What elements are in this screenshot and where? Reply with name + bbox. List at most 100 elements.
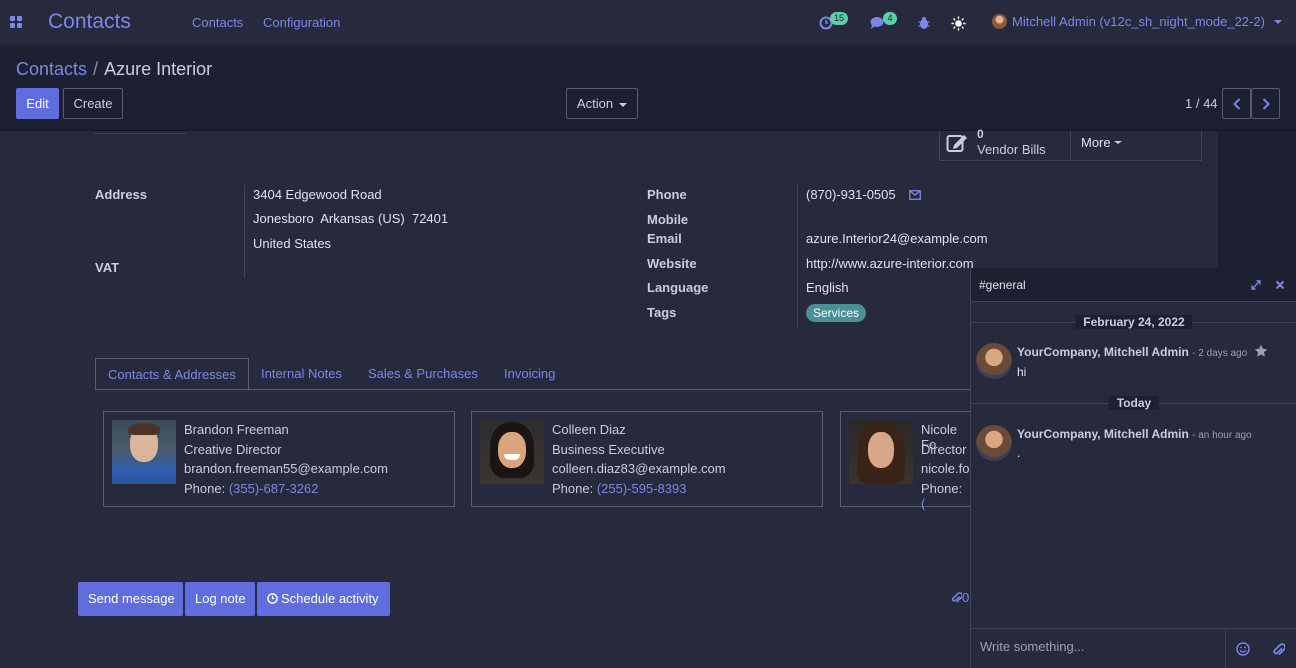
address-label: Address [95, 187, 148, 202]
chat-composer: Write something... [971, 628, 1296, 668]
contact-email[interactable]: nicole.fo [921, 461, 969, 476]
debug-icon[interactable] [918, 14, 930, 32]
language-field: English [806, 280, 849, 295]
mobile-label: Mobile [647, 212, 689, 227]
contact-card[interactable]: Colleen Diaz Business Executive colleen.… [471, 411, 823, 507]
date-separator: February 24, 2022 [971, 315, 1296, 329]
contact-email[interactable]: colleen.diaz83@example.com [552, 461, 726, 476]
apps-menu-icon[interactable] [10, 16, 22, 28]
tab-internal-notes[interactable]: Internal Notes [249, 358, 354, 391]
more-label: More [1081, 135, 1111, 150]
street-field: 3404 Edgewood Road [253, 187, 382, 202]
field-divider [244, 185, 245, 278]
pager-value[interactable]: 1 / 44 [1185, 96, 1218, 111]
tag-badge[interactable]: Services [806, 304, 867, 322]
message-badge: 4 [883, 12, 897, 25]
menu-configuration[interactable]: Configuration [263, 15, 340, 30]
paperclip-icon[interactable] [1272, 642, 1285, 657]
website-link[interactable]: http://www.azure-interior.com [806, 256, 974, 271]
date-label: Today [1108, 396, 1160, 410]
contact-phone-link[interactable]: (355)-687-3262 [229, 481, 319, 496]
message-time: - an hour ago [1192, 430, 1252, 441]
breadcrumb-current: Azure Interior [104, 59, 213, 79]
user-menu[interactable]: Mitchell Admin (v12c_sh_night_mode_22-2) [992, 14, 1282, 29]
message-body: . [1017, 446, 1021, 460]
vendor-bills-button[interactable]: 0 Vendor Bills [940, 127, 1071, 161]
attachment-counter[interactable]: 0 [951, 590, 969, 605]
app-brand[interactable]: Contacts [48, 10, 131, 34]
email-label: Email [647, 231, 682, 246]
log-note-button[interactable]: Log note [185, 582, 255, 616]
date-separator: Today [971, 396, 1296, 410]
date-label: February 24, 2022 [1075, 315, 1193, 329]
breadcrumb: Contacts / Azure Interior [16, 59, 213, 79]
chat-title: #general [979, 278, 1026, 292]
breadcrumb-contacts[interactable]: Contacts [16, 59, 87, 79]
contact-title: Business Executive [552, 442, 665, 457]
phone-prefix: Phone: [921, 481, 963, 496]
author-name: YourCompany, Mitchell Admin [1017, 345, 1189, 359]
phone-prefix: Phone: [552, 481, 594, 496]
right-margin [1218, 131, 1296, 268]
action-label: Action [576, 96, 614, 111]
chevron-down-icon [619, 102, 628, 107]
tab-invoicing[interactable]: Invoicing [492, 358, 567, 391]
chevron-left-icon [1232, 97, 1240, 110]
activity-menu[interactable]: 15 [819, 12, 849, 32]
author-name: YourCompany, Mitchell Admin [1017, 427, 1189, 441]
image-box-edge [94, 131, 186, 134]
attachment-count: 0 [962, 590, 970, 605]
menu-contacts[interactable]: Contacts [192, 15, 243, 30]
navbar: Contacts Contacts Configuration 15 4 Mit… [0, 0, 1296, 46]
contact-card[interactable]: Brandon Freeman Creative Director brando… [103, 411, 455, 507]
chevron-right-icon [1262, 97, 1270, 110]
activity-badge: 15 [830, 12, 849, 25]
pager-previous-button[interactable] [1222, 88, 1251, 119]
vendor-bills-label: Vendor Bills [977, 142, 1046, 157]
avatar[interactable] [976, 425, 1012, 461]
messaging-menu[interactable]: 4 [870, 12, 897, 32]
action-button[interactable]: Action [566, 88, 638, 119]
sun-icon[interactable] [951, 14, 966, 32]
avatar[interactable] [976, 343, 1012, 379]
expand-icon[interactable] [1251, 280, 1261, 290]
contact-card[interactable]: Nicole Fo Director nicole.fo Phone: ( [840, 411, 970, 511]
contact-phone-link[interactable]: (255)-595-8393 [597, 481, 687, 496]
message-author: YourCompany, Mitchell Admin - an hour ag… [1017, 427, 1252, 441]
envelope-icon[interactable] [909, 190, 922, 200]
phone-field[interactable]: (870)-931-0505 [806, 187, 922, 202]
website-label: Website [647, 256, 697, 271]
city-field: Jonesboro Arkansas (US) 72401 [253, 211, 449, 226]
contact-photo [480, 420, 544, 484]
message-input[interactable]: Write something... [971, 629, 1226, 668]
smile-icon[interactable] [1236, 642, 1250, 656]
close-icon[interactable] [1275, 280, 1285, 290]
email-link[interactable]: azure.Interior24@example.com [806, 231, 988, 246]
contact-photo [112, 420, 176, 484]
message-time: - 2 days ago [1192, 348, 1248, 359]
edit-button[interactable]: Edit [16, 88, 59, 119]
chevron-down-icon [1113, 141, 1122, 144]
contact-name: Colleen Diaz [552, 422, 626, 437]
chat-window-header[interactable]: #general [971, 268, 1296, 302]
contact-title: Creative Director [184, 442, 282, 457]
send-message-button[interactable]: Send message [78, 582, 183, 616]
contact-phone: Phone: (355)-687-3262 [184, 481, 318, 496]
message-author: YourCompany, Mitchell Admin - 2 days ago [1017, 345, 1247, 359]
contact-phone-link[interactable]: ( [921, 496, 925, 511]
paperclip-icon [952, 592, 963, 603]
phone-label: Phone [647, 187, 687, 202]
phone-prefix: Phone: [184, 481, 226, 496]
clock-icon [267, 593, 278, 604]
chevron-down-icon [1273, 19, 1282, 24]
contact-phone: Phone: (255)-595-8393 [552, 481, 686, 496]
pager-next-button[interactable] [1251, 88, 1280, 119]
tab-contacts-addresses[interactable]: Contacts & Addresses [95, 358, 249, 391]
more-button[interactable]: More [1081, 135, 1122, 150]
tab-sales-purchases[interactable]: Sales & Purchases [356, 358, 490, 391]
contact-email[interactable]: brandon.freeman55@example.com [184, 461, 388, 476]
schedule-activity-button[interactable]: Schedule activity [257, 582, 390, 616]
star-icon[interactable] [1254, 344, 1268, 358]
vat-label: VAT [95, 260, 120, 275]
create-button[interactable]: Create [63, 88, 123, 119]
